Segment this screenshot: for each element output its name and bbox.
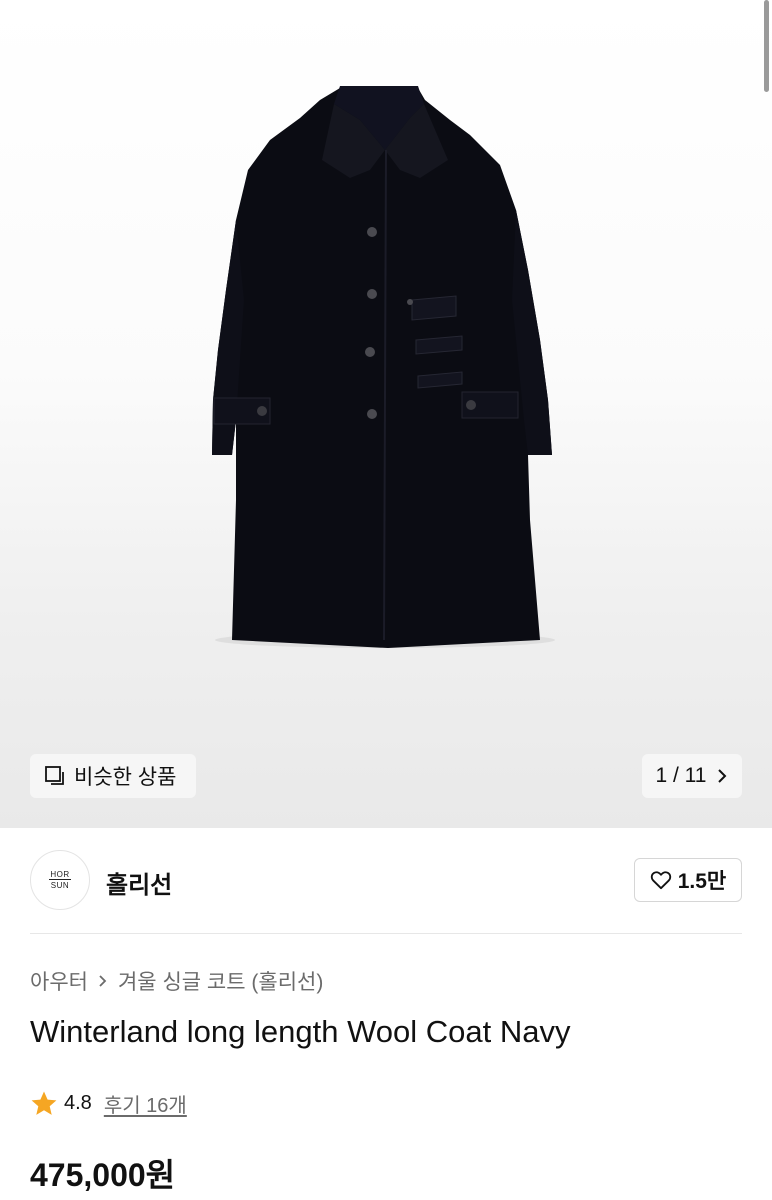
brand-logo[interactable]: HOR SUN [30,850,90,910]
product-image-coat [212,86,555,648]
rating-score: 4.8 [64,1092,92,1114]
similar-products-label: 비슷한 상품 [74,766,177,789]
like-count: 1.5만 [677,870,727,893]
brand-name-link[interactable]: 홀리선 [106,865,172,900]
rating-summary: 4.8 후기 16개 [30,1089,187,1118]
reviews-link[interactable]: 후기 16개 [104,1089,187,1118]
breadcrumb-item-outer[interactable]: 아우터 [30,966,88,996]
chevron-right-icon [718,769,727,783]
star-icon [31,1091,57,1115]
similar-products-button[interactable]: 비슷한 상품 [30,754,196,798]
heart-outline-icon [650,871,671,890]
image-counter-button[interactable]: 1 / 11 [642,754,742,798]
breadcrumb: 아우터 겨울 싱글 코트 (홀리선) [30,966,323,996]
scrollbar-thumb[interactable] [764,0,769,92]
divider [30,933,742,934]
image-counter-text: 1 / 11 [655,764,707,787]
product-title: Winterland long length Wool Coat Navy [30,1014,571,1049]
copy-square-icon [45,766,64,785]
chevron-right-icon [99,975,107,987]
brand-row: HOR SUN 홀리선 1.5만 [30,848,742,912]
product-image-gallery[interactable]: 비슷한 상품 1 / 11 [0,0,772,828]
brand-logo-text-bottom: SUN [50,881,70,890]
brand-logo-text-top: HOR [49,870,71,880]
breadcrumb-item-category[interactable]: 겨울 싱글 코트 (홀리선) [118,966,323,996]
like-button[interactable]: 1.5만 [634,858,742,902]
product-price: 475,000원 [30,1157,176,1193]
